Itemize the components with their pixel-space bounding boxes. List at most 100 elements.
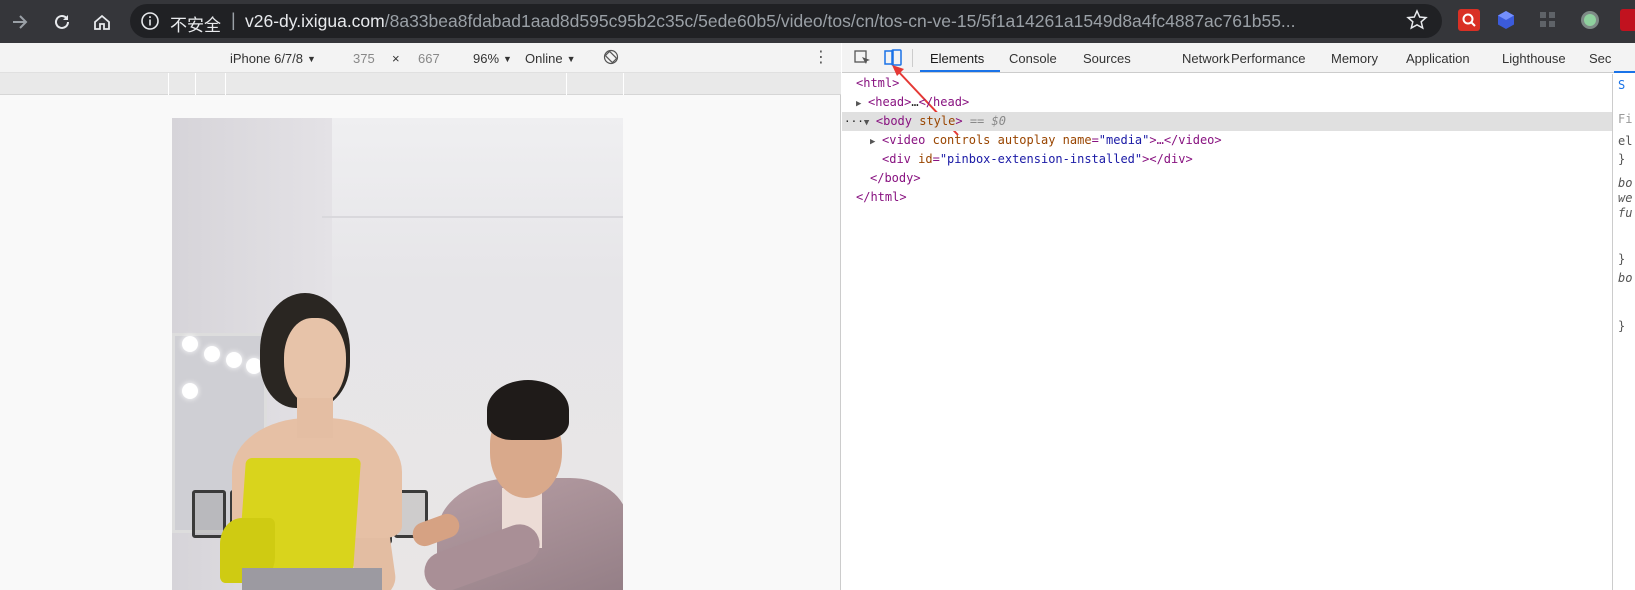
mirror-bulb bbox=[204, 346, 220, 362]
tab-sources[interactable]: Sources bbox=[1083, 51, 1131, 66]
video-attrs: controls autoplay bbox=[932, 133, 1056, 147]
video-close-tag: >…</video> bbox=[1149, 133, 1222, 147]
throttle-value: Online bbox=[525, 51, 563, 66]
dimension-separator: × bbox=[392, 51, 400, 66]
home-icon bbox=[94, 14, 110, 30]
device-toolbar: iPhone 6/7/8 ▼ 375 × 667 96% ▼ Online ▼ ⋮ bbox=[0, 43, 841, 73]
styles-rule-line: we bbox=[1618, 191, 1633, 205]
home-button[interactable] bbox=[88, 8, 116, 36]
body-style-attr: style bbox=[919, 114, 956, 128]
inspect-element-icon[interactable] bbox=[852, 48, 874, 68]
styles-rule-line: el bbox=[1618, 134, 1633, 148]
reload-icon bbox=[55, 14, 69, 29]
div-id-value: "pinbox-extension-installed" bbox=[939, 152, 1143, 166]
address-separator: | bbox=[231, 10, 236, 30]
video-open-tag: <video bbox=[882, 133, 926, 147]
dom-node-head[interactable]: ▶ <head>…</head> bbox=[842, 93, 1612, 112]
woman-neck bbox=[297, 398, 333, 438]
dropdown-arrow-icon: ▼ bbox=[503, 54, 512, 64]
styles-pane[interactable]: S Fi el } bo we fu } bo } bbox=[1612, 74, 1635, 590]
devtools-panel: Elements Console Sources Network Perform… bbox=[842, 43, 1635, 590]
man-hair bbox=[487, 380, 569, 440]
url-text[interactable]: v26-dy.ixigua.com/8a33bea8fdabad1aad8d59… bbox=[245, 11, 1395, 32]
viewport-width-input[interactable]: 375 bbox=[353, 51, 375, 66]
video-name-attr: name bbox=[1062, 133, 1092, 147]
ruler-segment[interactable] bbox=[623, 73, 624, 95]
tab-network[interactable]: Network bbox=[1182, 51, 1230, 66]
body-close-tag: </body> bbox=[870, 171, 921, 185]
dom-node-body-close[interactable]: </body> bbox=[842, 169, 1612, 188]
head-close-tag: </head> bbox=[918, 95, 970, 109]
rotate-icon[interactable] bbox=[603, 49, 619, 65]
throttle-select[interactable]: Online ▼ bbox=[525, 51, 576, 66]
tab-lighthouse[interactable]: Lighthouse bbox=[1502, 51, 1566, 66]
dropdown-arrow-icon: ▼ bbox=[566, 54, 576, 64]
styles-tab-label: S bbox=[1618, 78, 1626, 92]
forward-button[interactable] bbox=[6, 8, 34, 36]
viewport-height-input[interactable]: 667 bbox=[418, 51, 440, 66]
div-id-attr: id bbox=[918, 152, 933, 166]
cube-extension-icon[interactable] bbox=[1495, 9, 1517, 31]
bookmark-star-icon[interactable] bbox=[1406, 9, 1428, 31]
dropdown-arrow-icon: ▼ bbox=[307, 54, 316, 64]
mirror-bulb bbox=[226, 352, 242, 368]
url-host: v26-dy.ixigua.com bbox=[245, 11, 385, 31]
search-extension-icon[interactable] bbox=[1458, 9, 1480, 31]
styles-rule-line: } bbox=[1618, 252, 1626, 266]
ruler-segment[interactable] bbox=[195, 73, 196, 95]
grid-extension-icon[interactable] bbox=[1537, 9, 1559, 31]
body-open-tag: <body bbox=[875, 114, 912, 128]
zoom-select[interactable]: 96% ▼ bbox=[473, 51, 512, 66]
dom-tree[interactable]: <html> ▶ <head>…</head> ···▼ <body style> … bbox=[842, 74, 1612, 207]
reload-button[interactable] bbox=[48, 8, 76, 36]
ceiling-line bbox=[322, 216, 623, 218]
ruler-segment[interactable] bbox=[168, 73, 169, 95]
html-close-tag: </html> bbox=[856, 190, 907, 204]
head-open-tag: <head> bbox=[868, 95, 912, 109]
video-player[interactable] bbox=[172, 118, 623, 590]
styles-rule-line: } bbox=[1618, 152, 1626, 166]
dom-node-div[interactable]: <div id="pinbox-extension-installed"></d… bbox=[842, 150, 1612, 169]
filter-input[interactable]: Fi bbox=[1618, 112, 1632, 126]
security-label: 不安全 bbox=[170, 16, 221, 36]
info-icon[interactable] bbox=[140, 11, 160, 31]
mirror-bulb bbox=[182, 383, 198, 399]
div-close-tag: ></div> bbox=[1142, 152, 1193, 166]
selected-node-marker: == $0 bbox=[969, 114, 1006, 128]
zoom-value: 96% bbox=[473, 51, 500, 66]
profile-avatar-icon[interactable] bbox=[1579, 9, 1601, 31]
tab-security[interactable]: Secur bbox=[1589, 51, 1611, 66]
dom-node-body[interactable]: ···▼ <body style> == $0 bbox=[842, 112, 1612, 131]
styles-rule-line: bo bbox=[1618, 271, 1633, 285]
grey-skirt bbox=[242, 568, 382, 590]
folding-chair bbox=[192, 490, 226, 538]
styles-rule-line: fu bbox=[1618, 206, 1633, 220]
more-options-icon[interactable]: ⋮ bbox=[813, 47, 829, 67]
more-actions-icon[interactable]: ··· bbox=[844, 115, 864, 128]
ruler-segment[interactable] bbox=[566, 73, 567, 95]
media-query-ruler[interactable] bbox=[0, 73, 841, 95]
device-select[interactable]: iPhone 6/7/8 ▼ bbox=[230, 51, 316, 66]
styles-rule-line: } bbox=[1618, 319, 1626, 333]
styles-tab[interactable] bbox=[1614, 43, 1635, 73]
div-open-tag: <div bbox=[882, 152, 911, 166]
address-bar[interactable]: 不安全 | v26-dy.ixigua.com/8a33bea8fdabad1a… bbox=[130, 4, 1442, 38]
dom-node-video[interactable]: ▶ <video controls autoplay name="media">…… bbox=[842, 131, 1612, 150]
dom-node-html[interactable]: <html> bbox=[842, 74, 1612, 93]
body-gt: > bbox=[955, 114, 963, 128]
video-name-value: "media" bbox=[1098, 133, 1150, 147]
ublock-extension-icon[interactable] bbox=[1620, 9, 1635, 31]
forward-arrow-icon bbox=[13, 15, 28, 29]
tab-console[interactable]: Console bbox=[1009, 51, 1057, 66]
tab-application[interactable]: Application bbox=[1406, 51, 1470, 66]
woman-face bbox=[284, 318, 346, 406]
browser-toolbar: 不安全 | v26-dy.ixigua.com/8a33bea8fdabad1a… bbox=[0, 0, 1635, 43]
ruler-segment[interactable] bbox=[225, 73, 226, 95]
dom-node-html-close[interactable]: </html> bbox=[842, 188, 1612, 207]
mirror-bulb bbox=[182, 336, 198, 352]
tab-memory[interactable]: Memory bbox=[1331, 51, 1378, 66]
html-open-tag: <html> bbox=[856, 76, 900, 90]
url-path: /8a33bea8fdabad1aad8d595c95b2c35c/5ede60… bbox=[384, 11, 1296, 31]
head-ellipsis: … bbox=[911, 95, 919, 109]
tab-performance[interactable]: Performance bbox=[1231, 51, 1305, 66]
